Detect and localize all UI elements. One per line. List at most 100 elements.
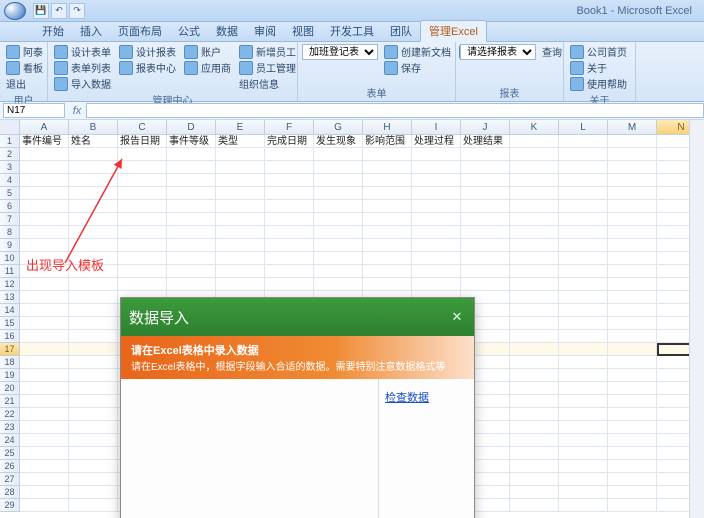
cell-K12[interactable]: [510, 278, 559, 291]
select-all-corner[interactable]: [0, 120, 20, 135]
cell-M27[interactable]: [608, 473, 657, 486]
cell-D3[interactable]: [167, 161, 216, 174]
cell-B21[interactable]: [69, 395, 118, 408]
cell-E4[interactable]: [216, 174, 265, 187]
cell-J3[interactable]: [461, 161, 510, 174]
cell-F9[interactable]: [265, 239, 314, 252]
ritem-kanban[interactable]: 看板: [4, 60, 45, 75]
cell-M6[interactable]: [608, 200, 657, 213]
cell-D4[interactable]: [167, 174, 216, 187]
col-header-J[interactable]: J: [461, 120, 510, 135]
cell-M22[interactable]: [608, 408, 657, 421]
cell-F11[interactable]: [265, 265, 314, 278]
cell-I6[interactable]: [412, 200, 461, 213]
cell-G4[interactable]: [314, 174, 363, 187]
cell-L29[interactable]: [559, 499, 608, 512]
cell-B15[interactable]: [69, 317, 118, 330]
row-header-5[interactable]: 5: [0, 187, 20, 200]
cell-A28[interactable]: [20, 486, 69, 499]
cell-M14[interactable]: [608, 304, 657, 317]
qat-save[interactable]: 💾: [33, 3, 49, 19]
cell-H12[interactable]: [363, 278, 412, 291]
cell-I1[interactable]: 处理过程: [412, 135, 461, 148]
cell-D10[interactable]: [167, 252, 216, 265]
cell-K26[interactable]: [510, 460, 559, 473]
cell-E1[interactable]: 类型: [216, 135, 265, 148]
row-header-12[interactable]: 12: [0, 278, 20, 291]
cell-F4[interactable]: [265, 174, 314, 187]
cell-C1[interactable]: 报告日期: [118, 135, 167, 148]
cell-B24[interactable]: [69, 434, 118, 447]
cell-B14[interactable]: [69, 304, 118, 317]
cell-K28[interactable]: [510, 486, 559, 499]
cell-M28[interactable]: [608, 486, 657, 499]
row-header-18[interactable]: 18: [0, 356, 20, 369]
cell-B12[interactable]: [69, 278, 118, 291]
cell-A24[interactable]: [20, 434, 69, 447]
cell-G12[interactable]: [314, 278, 363, 291]
col-header-K[interactable]: K: [510, 120, 559, 135]
cell-M21[interactable]: [608, 395, 657, 408]
cell-I10[interactable]: [412, 252, 461, 265]
cell-A25[interactable]: [20, 447, 69, 460]
cell-M17[interactable]: [608, 343, 657, 356]
cell-B9[interactable]: [69, 239, 118, 252]
cell-K11[interactable]: [510, 265, 559, 278]
cell-F5[interactable]: [265, 187, 314, 200]
col-header-F[interactable]: F: [265, 120, 314, 135]
cell-A27[interactable]: [20, 473, 69, 486]
col-header-H[interactable]: H: [363, 120, 412, 135]
ritem-homepage[interactable]: 公司首页: [568, 44, 629, 59]
cell-A8[interactable]: [20, 226, 69, 239]
cell-I4[interactable]: [412, 174, 461, 187]
cell-K13[interactable]: [510, 291, 559, 304]
cell-F3[interactable]: [265, 161, 314, 174]
tab-view[interactable]: 视图: [284, 21, 322, 41]
row-header-23[interactable]: 23: [0, 421, 20, 434]
cell-M8[interactable]: [608, 226, 657, 239]
cell-M10[interactable]: [608, 252, 657, 265]
cell-K20[interactable]: [510, 382, 559, 395]
cell-J9[interactable]: [461, 239, 510, 252]
ritem-query[interactable]: 查询: [540, 44, 564, 59]
tab-pagelayout[interactable]: 页面布局: [110, 21, 170, 41]
cell-L14[interactable]: [559, 304, 608, 317]
cell-K10[interactable]: [510, 252, 559, 265]
cell-C11[interactable]: [118, 265, 167, 278]
cell-D1[interactable]: 事件等级: [167, 135, 216, 148]
fx-icon[interactable]: fx: [68, 105, 86, 117]
cell-C10[interactable]: [118, 252, 167, 265]
cell-L25[interactable]: [559, 447, 608, 460]
cell-I5[interactable]: [412, 187, 461, 200]
ritem-emp-manage[interactable]: 员工管理: [237, 60, 298, 75]
cell-B22[interactable]: [69, 408, 118, 421]
cell-A21[interactable]: [20, 395, 69, 408]
vertical-scrollbar[interactable]: [689, 120, 704, 518]
cell-I2[interactable]: [412, 148, 461, 161]
cell-L21[interactable]: [559, 395, 608, 408]
cell-K3[interactable]: [510, 161, 559, 174]
col-header-M[interactable]: M: [608, 120, 657, 135]
cell-C4[interactable]: [118, 174, 167, 187]
cell-H11[interactable]: [363, 265, 412, 278]
cell-F7[interactable]: [265, 213, 314, 226]
cell-B25[interactable]: [69, 447, 118, 460]
cell-C3[interactable]: [118, 161, 167, 174]
row-header-16[interactable]: 16: [0, 330, 20, 343]
cell-L5[interactable]: [559, 187, 608, 200]
tab-formulas[interactable]: 公式: [170, 21, 208, 41]
cell-A3[interactable]: [20, 161, 69, 174]
cell-A17[interactable]: [20, 343, 69, 356]
cell-G8[interactable]: [314, 226, 363, 239]
cell-C6[interactable]: [118, 200, 167, 213]
row-header-9[interactable]: 9: [0, 239, 20, 252]
cell-J4[interactable]: [461, 174, 510, 187]
ritem-save[interactable]: 保存: [382, 60, 453, 75]
row-header-28[interactable]: 28: [0, 486, 20, 499]
cell-I7[interactable]: [412, 213, 461, 226]
cell-M4[interactable]: [608, 174, 657, 187]
cell-A9[interactable]: [20, 239, 69, 252]
cell-K5[interactable]: [510, 187, 559, 200]
cell-E11[interactable]: [216, 265, 265, 278]
cell-H2[interactable]: [363, 148, 412, 161]
